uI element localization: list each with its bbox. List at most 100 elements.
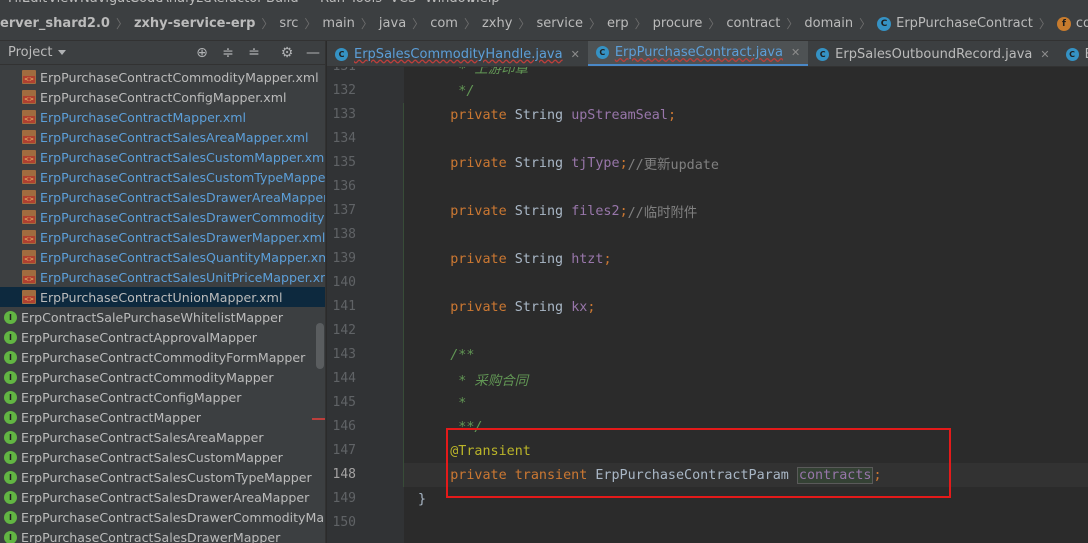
chevron-right-icon: 〉 [786, 17, 799, 31]
mapper-interface-item[interactable]: I ErpPurchaseContractSalesCustomTypeMappe… [0, 467, 325, 487]
code-token: **/ [418, 419, 483, 435]
breadcrumb-item[interactable]: domain [804, 16, 853, 31]
xml-file-item[interactable]: ErpPurchaseContractMapper.xml [0, 107, 325, 127]
menu-item-vcs[interactable]: VCS [390, 0, 416, 6]
menu-item-code[interactable]: Code [130, 0, 163, 6]
xml-file-item[interactable]: ErpPurchaseContractSalesQuantityMapper.x… [0, 247, 325, 267]
chevron-down-icon[interactable] [58, 50, 67, 55]
breadcrumb-item[interactable]: erp [607, 16, 629, 31]
code-editor[interactable]: * 上游印章 */ private String upStreamSeal; p… [404, 67, 1088, 543]
chevron-right-icon: 〉 [589, 17, 602, 31]
crosshair-icon[interactable]: ⊕ [194, 45, 210, 61]
tree-item-label: ErpPurchaseContractConfigMapper [21, 389, 242, 405]
xml-file-item[interactable]: ErpPurchaseContractSalesCustomTypeMapper… [0, 167, 325, 187]
menu-item-run[interactable]: Run [320, 0, 345, 6]
code-token: ; [873, 467, 882, 483]
line-number: 138 [332, 227, 356, 242]
scrollbar-thumb[interactable] [316, 323, 324, 369]
menu-item-window[interactable]: Window [425, 0, 476, 6]
menu-item-edit[interactable]: Edit [22, 0, 47, 6]
class-icon: C [877, 16, 892, 31]
project-tree: ErpPurchaseContractCommodityMapper.xml Er… [0, 67, 326, 543]
editor-tab[interactable]: C ErpSalesOutboundRecord.java ✕ [808, 41, 1057, 66]
mapper-interface-item[interactable]: I ErpPurchaseContractSalesDrawerCommodity… [0, 507, 326, 527]
editor-tab[interactable]: C ErpPurchaseC [1058, 41, 1088, 66]
xml-file-icon [22, 130, 36, 144]
breadcrumb-item[interactable]: erver_shard2.0 [0, 16, 110, 31]
menu-item-analyze[interactable]: Analyze [160, 0, 211, 6]
breadcrumb-item[interactable]: com [430, 16, 458, 31]
xml-file-item[interactable]: ErpPurchaseContractSalesAreaMapper.xml [0, 127, 325, 147]
xml-file-item[interactable]: ErpPurchaseContractSalesDrawerAreaMapper… [0, 187, 326, 207]
breadcrumb-item[interactable]: java [379, 16, 406, 31]
mapper-interface-item[interactable]: I ErpPurchaseContractSalesCustomMapper [0, 447, 325, 467]
tree-item-label: ErpPurchaseContractSalesCustomMapper [21, 449, 283, 465]
xml-file-item[interactable]: ErpPurchaseContractSalesCustomMapper.xml [0, 147, 325, 167]
mapper-interface-item[interactable]: I ErpPurchaseContractMapper [0, 407, 325, 427]
code-token: @Transient [450, 443, 531, 459]
editor-tab[interactable]: C ErpPurchaseContract.java ✕ [587, 41, 809, 66]
line-number: 131 [327, 67, 356, 74]
mapper-interface-item[interactable]: I ErpContractSalePurchaseWhitelistMapper [0, 307, 325, 327]
xml-file-item[interactable]: ErpPurchaseContractUnionMapper.xml [0, 287, 325, 307]
xml-file-item[interactable]: ErpPurchaseContractCommodityMapper.xml [0, 67, 325, 87]
menu-item-help[interactable]: Help [470, 0, 500, 6]
tree-item-label: ErpPurchaseContractSalesDrawerAreaMapper… [40, 189, 326, 205]
chevron-right-icon: 〉 [518, 17, 531, 31]
breadcrumb-item[interactable]: service [536, 16, 583, 31]
xml-file-item[interactable]: ErpPurchaseContractSalesDrawerCommodityM… [0, 207, 325, 227]
breadcrumb-field[interactable]: f contracts [1056, 16, 1088, 31]
mapper-interface-item[interactable]: I ErpPurchaseContractSalesAreaMapper [0, 427, 325, 447]
breadcrumb-item[interactable]: main [322, 16, 354, 31]
mapper-interface-item[interactable]: I ErpPurchaseContractConfigMapper [0, 387, 325, 407]
mapper-interface-item[interactable]: I ErpPurchaseContractSalesDrawerMapper [0, 527, 325, 543]
breadcrumb-class[interactable]: C ErpPurchaseContract [877, 16, 1033, 31]
line-number: 133 [332, 107, 356, 122]
tab-label: ErpPurchaseC [1085, 47, 1088, 62]
code-token: //临时附件 [627, 206, 698, 221]
code-line: private String tjType;//更新update [418, 151, 719, 175]
chevron-right-icon: 〉 [412, 17, 425, 31]
close-icon[interactable]: ✕ [791, 46, 800, 59]
close-icon[interactable]: ✕ [1040, 48, 1049, 61]
line-number: 150 [332, 515, 356, 530]
mapper-interface-item[interactable]: I ErpPurchaseContractCommodityMapper [0, 367, 325, 387]
tree-item-label: ErpPurchaseContractUnionMapper.xml [40, 289, 283, 305]
menu-item-view[interactable]: View [48, 0, 79, 6]
expand-all-icon[interactable]: ≑ [220, 45, 236, 61]
xml-file-item[interactable]: ErpPurchaseContractConfigMapper.xml [0, 87, 325, 107]
breadcrumb-item[interactable]: contract [726, 16, 780, 31]
close-icon[interactable]: ✕ [571, 48, 580, 61]
menu-item-refactor[interactable]: Refactor [208, 0, 263, 6]
project-view-selector[interactable]: Project [8, 45, 52, 60]
mapper-interface-item[interactable]: I ErpPurchaseContractSalesDrawerAreaMappe… [0, 487, 325, 507]
mapper-interface-item[interactable]: I ErpPurchaseContractCommodityFormMapper [0, 347, 325, 367]
xml-file-icon [22, 150, 36, 164]
gear-icon[interactable]: ⚙ [279, 45, 295, 61]
mapper-interface-item[interactable]: I ErpPurchaseContractApprovalMapper [0, 327, 325, 347]
interface-icon: I [4, 430, 17, 444]
breadcrumb-item[interactable]: src [279, 16, 298, 31]
project-panel: Project ⊕ ≑ ≐ ⚙ — ErpPurchaseContractCommodi… [0, 41, 326, 543]
breadcrumb-item[interactable]: zxhy [482, 16, 512, 31]
collapse-all-icon[interactable]: ≐ [246, 45, 262, 61]
line-number: 139 [332, 251, 356, 266]
xml-file-item[interactable]: ErpPurchaseContractSalesUnitPriceMapper.… [0, 267, 325, 287]
xml-file-item[interactable]: ErpPurchaseContractSalesDrawerMapper.xml [0, 227, 325, 247]
java-class-icon: C [1065, 47, 1079, 61]
menu-item-build[interactable]: Build [266, 0, 299, 6]
code-token: private [450, 251, 515, 267]
tree-item-label: ErpPurchaseContractSalesDrawerCommodityM… [21, 509, 326, 525]
menu-item-tools[interactable]: Tools [350, 0, 382, 6]
minimize-icon[interactable]: — [305, 45, 321, 61]
line-number: 148 [332, 467, 356, 482]
interface-icon: I [4, 350, 17, 364]
editor-tab[interactable]: C ErpSalesCommodityHandle.java ✕ [327, 41, 588, 66]
code-token: transient [514, 467, 596, 483]
breadcrumb-item[interactable]: zxhy-service-erp [134, 16, 255, 31]
tab-label: ErpSalesOutboundRecord.java [835, 46, 1033, 62]
breadcrumb-item[interactable]: procure [653, 16, 703, 31]
